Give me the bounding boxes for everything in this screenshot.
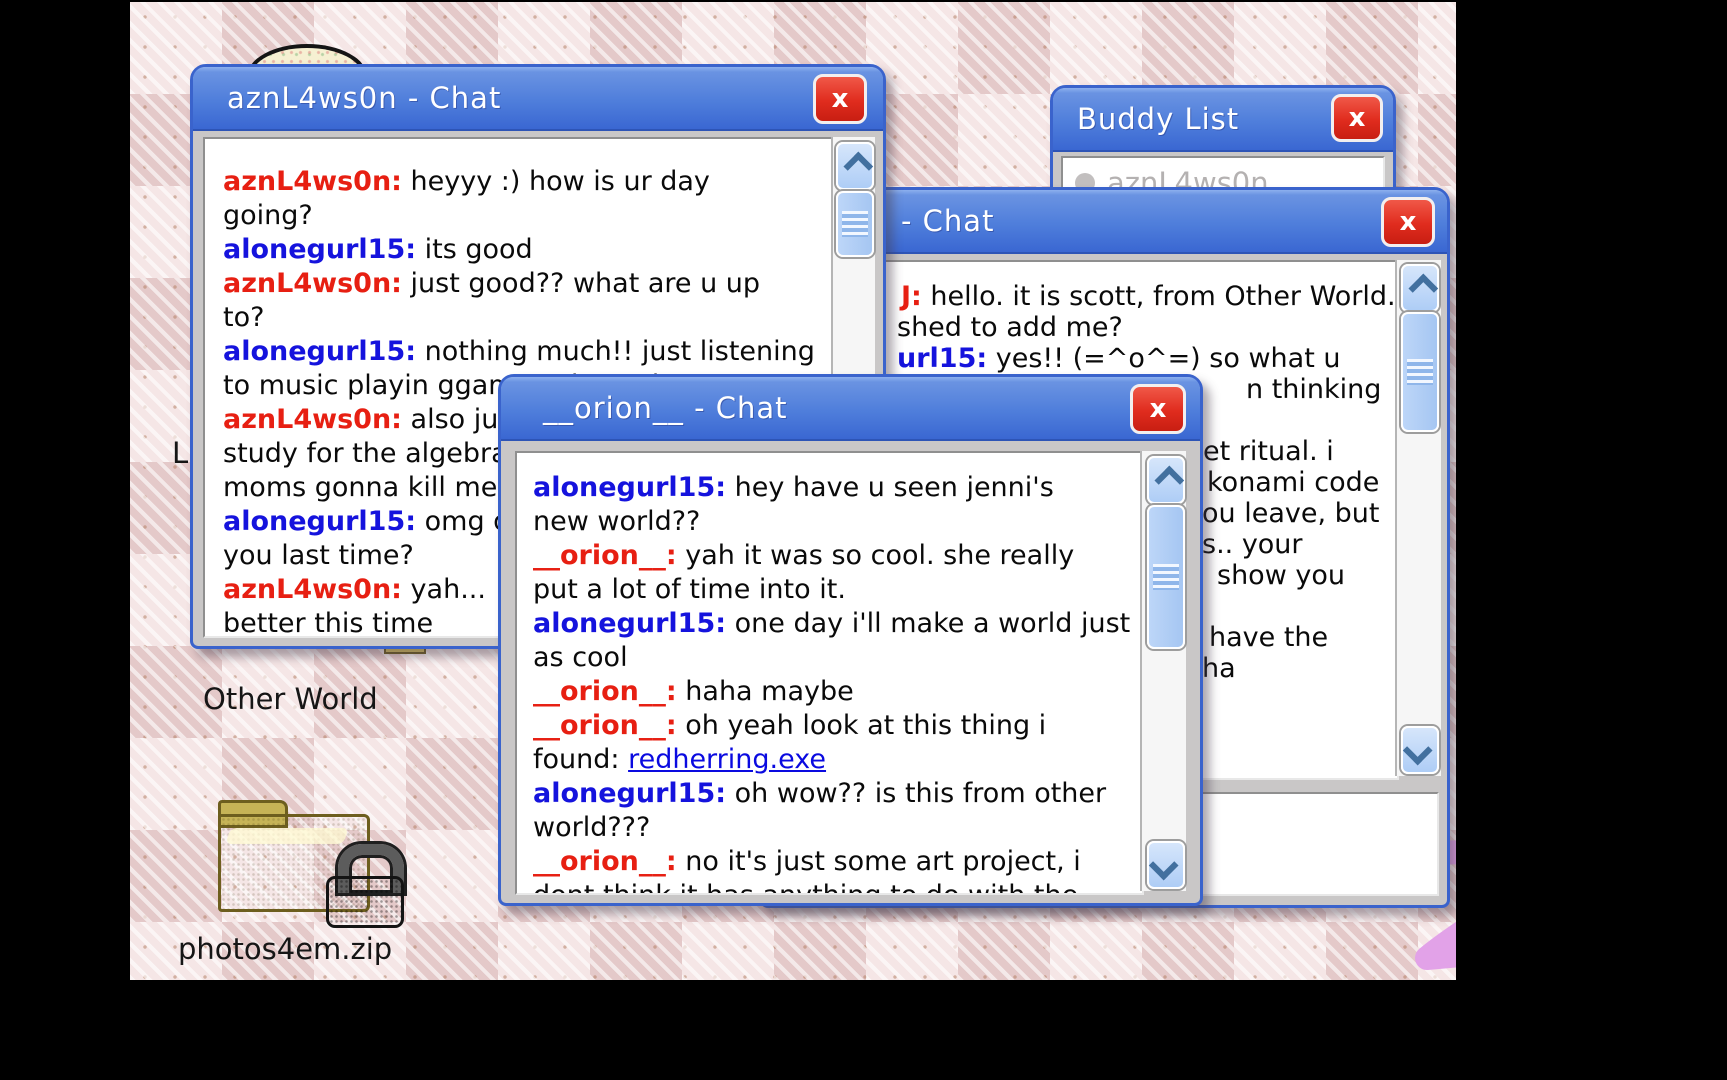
chat2-scrollbar[interactable]: [1395, 260, 1441, 776]
zip-label[interactable]: photos4em.zip: [178, 932, 392, 966]
chat-message-line: __orion__: no it's just some art project…: [533, 845, 1138, 879]
scroll-thumb[interactable]: [1147, 505, 1185, 649]
message-text: nothing much!! just listening: [416, 336, 815, 367]
message-text: heyyy :) how is ur day: [402, 166, 710, 197]
sender-name: __orion__:: [533, 676, 677, 707]
sender-name: alonegurl15:: [533, 472, 726, 503]
close-button[interactable]: x: [1331, 94, 1383, 142]
chat-message-line: aznL4ws0n: just good?? what are u up: [223, 267, 827, 301]
chat-message-line: found: redherring.exe: [533, 743, 1138, 777]
message-text: no it's just some art project, i: [677, 846, 1081, 877]
other-world-label[interactable]: Other World: [203, 682, 378, 716]
chat-message-line: going?: [223, 199, 827, 233]
close-button[interactable]: x: [1130, 384, 1186, 434]
scroll-down-button[interactable]: [1147, 841, 1185, 889]
padlock-body: [326, 876, 404, 928]
sender-name: alonegurl15:: [223, 506, 416, 537]
chat-message-line: __orion__: haha maybe: [533, 675, 1138, 709]
buddy-list-titlebar[interactable]: Buddy List x: [1053, 88, 1393, 152]
message-text: just good?? what are u up: [402, 268, 760, 299]
scroll-thumb[interactable]: [1401, 312, 1439, 432]
chevron-up-icon: [1408, 273, 1438, 303]
message-text: put a lot of time into it.: [533, 574, 846, 605]
buddy-list-title: Buddy List: [1077, 102, 1239, 136]
hidden-icon-label: L: [172, 436, 188, 470]
message-text: to?: [223, 302, 264, 333]
sender-name: aznL4ws0n:: [223, 166, 402, 197]
chat-message-line: alonegurl15: oh wow?? is this from other: [533, 777, 1138, 811]
chat2-title: - Chat: [901, 204, 994, 238]
message-text: its good: [416, 234, 533, 265]
padlock-icon: [326, 844, 404, 926]
scroll-thumb[interactable]: [836, 191, 874, 257]
chat-message-line: __orion__: yah it was so cool. she reall…: [533, 539, 1138, 573]
thumb-grip: [1407, 359, 1433, 385]
sender-name: aznL4ws0n:: [223, 404, 402, 435]
sender-name: aznL4ws0n:: [223, 574, 402, 605]
chat-message-line: dont think it has anything to do with th…: [533, 879, 1138, 895]
chat-window-orion: __orion__ - Chat x alonegurl15: hey have…: [498, 374, 1203, 906]
sender-name: alonegurl15:: [223, 234, 416, 265]
chat-message-line: world???: [533, 811, 1138, 845]
message-text: better this time: [223, 608, 433, 638]
message-text: as cool: [533, 642, 628, 673]
sender-name: alonegurl15:: [223, 336, 416, 367]
sender-name: aznL4ws0n:: [223, 268, 402, 299]
chat-message-line: alonegurl15: hey have u seen jenni's: [533, 471, 1138, 505]
message-text: found:: [533, 744, 628, 775]
message-text: one day i'll make a world just: [726, 608, 1130, 639]
scroll-up-button[interactable]: [1401, 264, 1439, 312]
desktop: L Other World photos4em.zip Buddy List x…: [130, 2, 1456, 980]
chat-message-line: aznL4ws0n: heyyy :) how is ur day: [223, 165, 827, 199]
chat3-titlebar[interactable]: __orion__ - Chat x: [501, 377, 1200, 441]
message-text: yah it was so cool. she really: [677, 540, 1075, 571]
chat-message-line: alonegurl15: its good: [223, 233, 827, 267]
folder-shine: [225, 828, 348, 844]
locked-folder-icon[interactable]: [218, 800, 370, 912]
sender-name: __orion__:: [533, 540, 677, 571]
message-text: also ju: [402, 404, 498, 435]
chevron-up-icon: [843, 151, 873, 181]
chat-message-line: alonegurl15: one day i'll make a world j…: [533, 607, 1138, 641]
chat3-title: __orion__ - Chat: [543, 391, 788, 425]
message-text: oh yeah look at this thing i: [677, 710, 1046, 741]
chat-message-line: alonegurl15: nothing much!! just listeni…: [223, 335, 827, 369]
chat3-scrollbar[interactable]: [1140, 451, 1186, 891]
sender-name: __orion__:: [533, 846, 677, 877]
chat-message-line: as cool: [533, 641, 1138, 675]
message-text: omg d: [416, 506, 510, 537]
message-text: world???: [533, 812, 650, 843]
message-text: you last time?: [223, 540, 414, 571]
message-text: haha maybe: [677, 676, 854, 707]
thumb-grip: [842, 211, 868, 237]
close-button[interactable]: x: [1381, 197, 1435, 247]
chevron-up-icon: [1154, 465, 1184, 495]
scroll-up-button[interactable]: [1147, 456, 1185, 504]
redherring-link[interactable]: redherring.exe: [628, 744, 826, 775]
chat-message-line: to?: [223, 301, 827, 335]
message-text: new world??: [533, 506, 700, 537]
sender-name: alonegurl15:: [533, 778, 726, 809]
chat1-titlebar[interactable]: aznL4ws0n - Chat x: [193, 67, 883, 131]
message-text: yah...: [402, 574, 486, 605]
chat-message-line: new world??: [533, 505, 1138, 539]
message-text: dont think it has anything to do with th…: [533, 880, 1078, 895]
scroll-up-button[interactable]: [836, 142, 874, 190]
thumb-grip: [1153, 564, 1179, 590]
close-button[interactable]: x: [813, 74, 867, 124]
message-text: study for the algebra: [223, 438, 508, 469]
message-text: oh wow?? is this from other: [726, 778, 1106, 809]
chevron-down-icon: [1148, 850, 1178, 880]
sender-name: alonegurl15:: [533, 608, 726, 639]
sender-name: __orion__:: [533, 710, 677, 741]
message-text: hey have u seen jenni's: [726, 472, 1054, 503]
chevron-down-icon: [1402, 735, 1432, 765]
chat-message-line: put a lot of time into it.: [533, 573, 1138, 607]
chat1-title: aznL4ws0n - Chat: [227, 81, 501, 115]
message-text: moms gonna kill meee: [223, 472, 531, 503]
chat-message-line: __orion__: oh yeah look at this thing i: [533, 709, 1138, 743]
message-text: going?: [223, 200, 313, 231]
chat3-message-area: alonegurl15: hey have u seen jenni'snew …: [515, 451, 1144, 895]
scroll-down-button[interactable]: [1401, 726, 1439, 774]
